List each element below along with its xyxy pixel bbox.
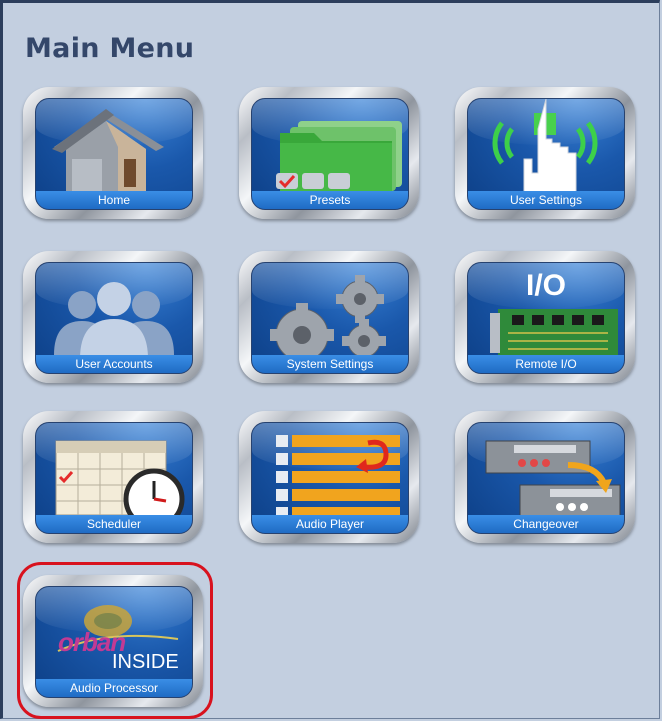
audio-player-button[interactable]: Audio Player (239, 411, 419, 543)
io-badge: I/O (526, 269, 567, 302)
user-settings-button[interactable]: User Settings (455, 87, 635, 219)
system-settings-label: System Settings (252, 355, 408, 373)
scheduler-button[interactable]: Scheduler (23, 411, 203, 543)
page-title: Main Menu (25, 33, 195, 64)
changeover-label: Changeover (468, 515, 624, 533)
remote-io-button[interactable]: I/O Remote I/O (455, 251, 635, 383)
audio-player-label: Audio Player (252, 515, 408, 533)
remote-io-label: Remote I/O (468, 355, 624, 373)
home-label: Home (36, 191, 192, 209)
changeover-button[interactable]: Changeover (455, 411, 635, 543)
audio-processor-button[interactable]: orban INSIDE Audio Processor (23, 575, 203, 707)
user-accounts-button[interactable]: User Accounts (23, 251, 203, 383)
user-accounts-label: User Accounts (36, 355, 192, 373)
system-settings-button[interactable]: System Settings (239, 251, 419, 383)
audio-processor-label: Audio Processor (36, 679, 192, 697)
presets-label: Presets (252, 191, 408, 209)
presets-button[interactable]: Presets (239, 87, 419, 219)
main-menu-panel: Main Menu Home Presets User Settings Use… (0, 0, 660, 719)
home-button[interactable]: Home (23, 87, 203, 219)
scheduler-label: Scheduler (36, 515, 192, 533)
user-settings-label: User Settings (468, 191, 624, 209)
inside-text: INSIDE (112, 651, 179, 673)
